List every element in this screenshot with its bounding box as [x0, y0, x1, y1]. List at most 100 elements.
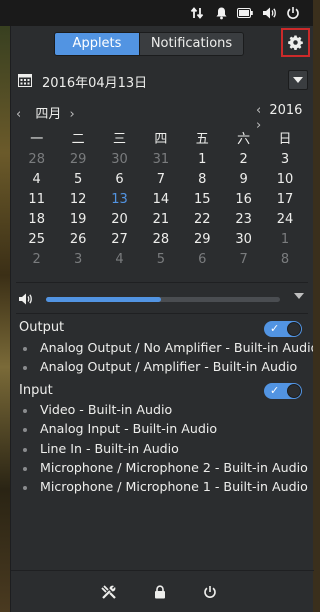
calendar-day[interactable]: 15: [182, 190, 223, 210]
calendar-day[interactable]: 16: [223, 190, 264, 210]
calendar-day[interactable]: 8: [182, 170, 223, 190]
gear-icon: [288, 35, 303, 50]
calendar-day[interactable]: 27: [99, 230, 140, 250]
calendar-day[interactable]: 28: [140, 230, 181, 250]
calendar-day[interactable]: 2: [16, 250, 57, 270]
volume-control: [18, 292, 308, 308]
network-arrows-icon[interactable]: [189, 5, 205, 21]
calendar-day[interactable]: 24: [264, 210, 305, 230]
calendar-day[interactable]: 5: [140, 250, 181, 270]
calendar-day[interactable]: 22: [182, 210, 223, 230]
output-toggle[interactable]: ✓: [264, 321, 302, 337]
bullet-icon: [23, 346, 27, 351]
device-label: Microphone / Microphone 1 - Built-in Aud…: [40, 479, 308, 494]
prev-month-icon[interactable]: ‹: [16, 107, 21, 122]
volume-icon[interactable]: [261, 5, 277, 21]
calendar-week: 28 29 30 31 1 2 3: [16, 150, 306, 170]
tab-applets[interactable]: Applets: [55, 33, 139, 55]
calendar-day[interactable]: 20: [99, 210, 140, 230]
settings-button[interactable]: [281, 28, 310, 57]
input-device-item[interactable]: Microphone / Microphone 1 - Built-in Aud…: [23, 479, 313, 494]
output-device-item[interactable]: Analog Output / Amplifier - Built-in Aud…: [23, 359, 313, 374]
shutdown-button[interactable]: [201, 583, 219, 601]
next-month-icon[interactable]: ›: [70, 107, 75, 122]
calendar-day[interactable]: 7: [140, 170, 181, 190]
calendar-day[interactable]: 6: [99, 170, 140, 190]
calendar-day[interactable]: 7: [223, 250, 264, 270]
calendar-day[interactable]: 3: [57, 250, 98, 270]
calendar-day[interactable]: 25: [16, 230, 57, 250]
volume-slider-fill: [46, 297, 161, 302]
calendar-day[interactable]: 2: [223, 150, 264, 170]
input-device-item[interactable]: Line In - Built-in Audio: [23, 441, 313, 456]
volume-slider[interactable]: [46, 297, 280, 302]
calendar-day[interactable]: 30: [99, 150, 140, 170]
prev-year-icon[interactable]: ‹: [256, 103, 261, 118]
calendar-day[interactable]: 29: [182, 230, 223, 250]
calendar-day[interactable]: 17: [264, 190, 305, 210]
device-label: Analog Input - Built-in Audio: [40, 421, 218, 436]
input-device-item[interactable]: Video - Built-in Audio: [23, 402, 313, 417]
calendar-day[interactable]: 1: [182, 150, 223, 170]
calendar-day[interactable]: 6: [182, 250, 223, 270]
power-icon[interactable]: [285, 5, 301, 21]
output-section-label: Output: [19, 320, 65, 335]
calendar-day[interactable]: 14: [140, 190, 181, 210]
bullet-icon: [23, 485, 27, 490]
calendar-day[interactable]: 31: [140, 150, 181, 170]
calendar-day[interactable]: 8: [264, 250, 305, 270]
calendar-week: 2 3 4 5 6 7 8: [16, 250, 306, 270]
bullet-icon: [23, 365, 27, 370]
calendar-day[interactable]: 30: [223, 230, 264, 250]
tab-switcher: Applets Notifications: [54, 32, 244, 56]
calendar-day[interactable]: 26: [57, 230, 98, 250]
month-label: 四月: [35, 107, 62, 122]
calendar-day[interactable]: 9: [223, 170, 264, 190]
device-label: Video - Built-in Audio: [40, 402, 173, 417]
weekday-label: 日: [278, 132, 292, 147]
settings-tools-button[interactable]: [100, 583, 118, 601]
top-panel: [0, 0, 313, 26]
calendar-day-today[interactable]: 13: [99, 190, 140, 210]
weekday-header: 一 二 三 四 五 六 日: [16, 130, 306, 150]
calendar-day[interactable]: 4: [99, 250, 140, 270]
output-device-item[interactable]: Analog Output / No Amplifier - Built-in …: [23, 340, 313, 355]
calendar-day[interactable]: 10: [264, 170, 305, 190]
calendar-day[interactable]: 28: [16, 150, 57, 170]
calendar-week: 4 5 6 7 8 9 10: [16, 170, 306, 190]
year-nav: ‹ 2016 ›: [256, 103, 313, 133]
battery-icon[interactable]: [237, 5, 253, 21]
bullet-icon: [23, 427, 27, 432]
input-toggle[interactable]: ✓: [264, 383, 302, 399]
calendar-day[interactable]: 29: [57, 150, 98, 170]
bullet-icon: [23, 408, 27, 413]
calendar-day[interactable]: 3: [264, 150, 305, 170]
date-expand-button[interactable]: [288, 70, 308, 90]
device-label: Analog Output / Amplifier - Built-in Aud…: [40, 359, 298, 374]
tab-notifications[interactable]: Notifications: [139, 33, 243, 55]
toggle-knob: [287, 322, 301, 336]
calendar-day[interactable]: 19: [57, 210, 98, 230]
year-label: 2016: [269, 103, 303, 118]
calendar-day[interactable]: 18: [16, 210, 57, 230]
weekday-label: 五: [195, 132, 209, 147]
calendar-day[interactable]: 23: [223, 210, 264, 230]
calendar-day[interactable]: 5: [57, 170, 98, 190]
calendar-day[interactable]: 12: [57, 190, 98, 210]
weekday-label: 三: [112, 132, 126, 147]
weekday-label: 一: [30, 132, 44, 147]
calendar-day[interactable]: 1: [264, 230, 305, 250]
input-device-item[interactable]: Analog Input - Built-in Audio: [23, 421, 313, 436]
input-device-item[interactable]: Microphone / Microphone 2 - Built-in Aud…: [23, 460, 313, 475]
calendar-week: 11 12 13 14 15 16 17: [16, 190, 306, 210]
notification-bell-icon[interactable]: [213, 5, 229, 21]
weekday-label: 六: [237, 132, 251, 147]
calendar-day[interactable]: 11: [16, 190, 57, 210]
date-header: 2016年04月13日: [18, 70, 308, 92]
calendar-day[interactable]: 4: [16, 170, 57, 190]
chevron-down-icon[interactable]: [294, 293, 304, 299]
bullet-icon: [23, 466, 27, 471]
lock-button[interactable]: [151, 583, 169, 601]
calendar-day[interactable]: 21: [140, 210, 181, 230]
system-actions-bar: [11, 570, 314, 612]
